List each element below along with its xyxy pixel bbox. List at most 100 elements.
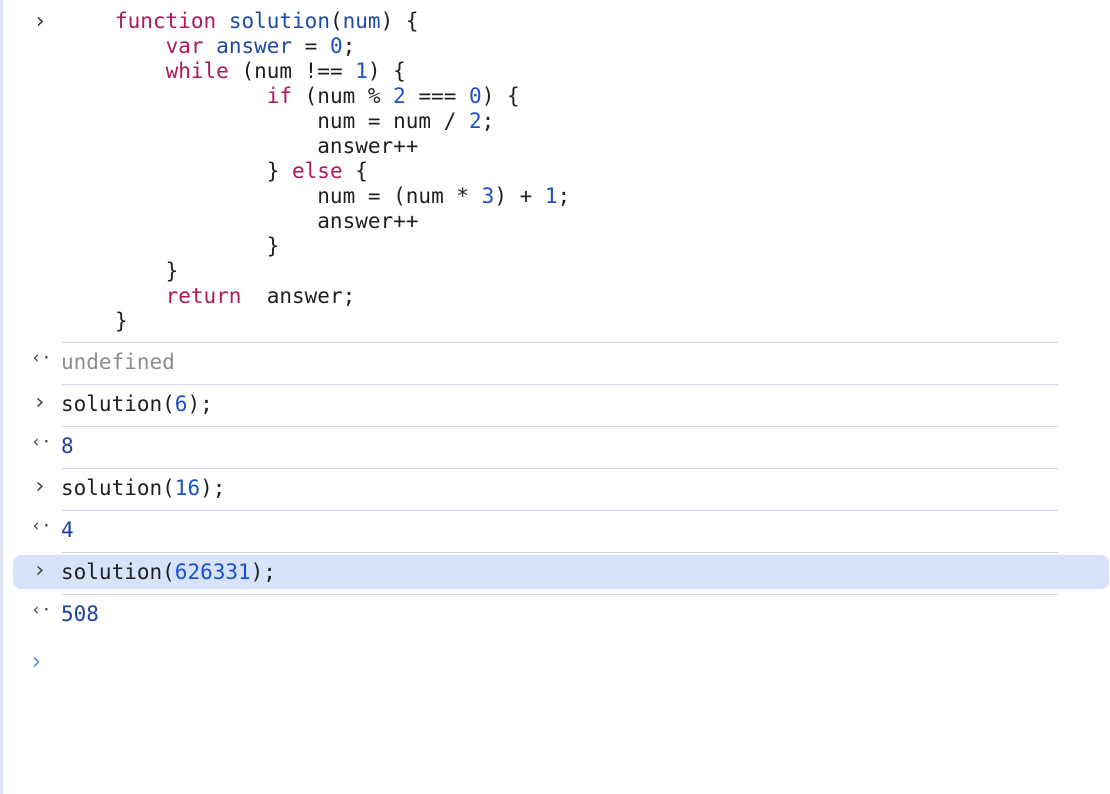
- code-token: ) +: [494, 184, 545, 208]
- result-arrow-icon: ‹·: [31, 516, 52, 536]
- code-token: answer;: [241, 284, 356, 308]
- code-token: else: [292, 159, 343, 183]
- code-line: num = num / 2;: [115, 109, 570, 134]
- code-token: var: [165, 34, 204, 58]
- code-line: var answer = 0;: [115, 34, 570, 59]
- console-result-value: 4: [61, 517, 74, 543]
- entry-token: 8: [61, 434, 74, 458]
- entry-token: );: [200, 476, 226, 500]
- function-code-block[interactable]: function solution(num) { var answer = 0;…: [115, 9, 570, 334]
- console-result-value: 508: [61, 601, 99, 627]
- result-arrow-icon: ‹·: [31, 600, 52, 620]
- code-token: num: [342, 9, 381, 33]
- code-line: while (num !== 1) {: [115, 59, 570, 84]
- entry-divider: [61, 468, 1059, 469]
- code-token: answer: [216, 34, 293, 58]
- code-token: 0: [469, 84, 482, 108]
- code-token: ;: [481, 109, 495, 133]
- console-result-row[interactable]: ‹· 508: [13, 597, 1109, 631]
- code-token: solution: [228, 9, 330, 33]
- code-token: num = num /: [115, 109, 470, 133]
- entry-token: 16: [174, 476, 201, 500]
- code-line: answer++: [115, 209, 570, 234]
- console-input-text: solution(626331);: [61, 559, 276, 585]
- entry-token: solution(: [61, 392, 175, 416]
- code-line: function solution(num) {: [115, 9, 570, 34]
- console-result-row[interactable]: ‹· 8: [13, 429, 1109, 463]
- console-input-row[interactable]: › solution(16);: [13, 471, 1109, 505]
- entry-divider: [61, 552, 1059, 553]
- code-token: ;: [557, 184, 571, 208]
- entry-token: );: [250, 560, 276, 584]
- entry-divider: [61, 426, 1059, 427]
- code-token: ;: [342, 34, 356, 58]
- code-token: }: [115, 234, 280, 258]
- input-chevron-icon: ›: [33, 558, 47, 583]
- code-line: if (num % 2 === 0) {: [115, 84, 570, 109]
- code-token: answer++: [115, 209, 419, 233]
- entry-token: 626331: [174, 560, 251, 584]
- console-result-value: 8: [61, 433, 74, 459]
- code-token: }: [115, 309, 128, 333]
- result-arrow-icon: ‹·: [31, 432, 52, 452]
- code-token: while: [165, 59, 229, 83]
- code-line: }: [115, 309, 570, 334]
- code-line: answer++: [115, 134, 570, 159]
- code-line: }: [115, 259, 570, 284]
- entry-token: solution(: [61, 476, 175, 500]
- console-input-row[interactable]: › solution(626331);: [13, 555, 1109, 589]
- code-token: 2: [393, 84, 406, 108]
- entry-token: 4: [61, 518, 74, 542]
- code-token: ) {: [380, 9, 419, 33]
- entry-token: undefined: [61, 350, 175, 374]
- entry-token: 508: [61, 602, 99, 626]
- code-token: ===: [405, 84, 470, 108]
- code-token: }: [115, 259, 179, 283]
- code-token: num = (num *: [115, 184, 482, 208]
- input-chevron-icon: ›: [33, 474, 47, 499]
- code-token: 2: [469, 109, 482, 133]
- code-token: (num %: [292, 84, 394, 108]
- code-token: ) {: [481, 84, 520, 108]
- code-line: return answer;: [115, 284, 570, 309]
- code-token: 1: [544, 184, 558, 208]
- code-token: =: [292, 34, 330, 58]
- code-token: return: [165, 284, 242, 308]
- console-input-text: solution(16);: [61, 475, 225, 501]
- code-line: }: [115, 234, 570, 259]
- devtools-console: › function solution(num) { var answer = …: [0, 0, 1110, 794]
- console-input-text: solution(6);: [61, 391, 213, 417]
- console-input-row[interactable]: › solution(6);: [13, 387, 1109, 421]
- code-token: {: [342, 159, 368, 183]
- entry-token: 6: [174, 392, 188, 416]
- console-result-value: undefined: [61, 349, 175, 375]
- input-prompt-icon: ›: [33, 9, 47, 34]
- entry-divider: [61, 594, 1059, 595]
- code-line: num = (num * 3) + 1;: [115, 184, 570, 209]
- code-token: }: [115, 159, 293, 183]
- code-token: ) {: [367, 59, 406, 83]
- entry-divider: [61, 510, 1059, 511]
- console-input-prompt[interactable]: ›: [29, 647, 43, 675]
- input-chevron-icon: ›: [33, 390, 47, 415]
- entry-token: solution(: [61, 560, 175, 584]
- code-token: function: [115, 9, 217, 33]
- code-token: 1: [355, 59, 368, 83]
- code-line: } else {: [115, 159, 570, 184]
- code-token: 3: [481, 184, 495, 208]
- code-token: if: [266, 84, 293, 108]
- console-result-row[interactable]: ‹· 4: [13, 513, 1109, 547]
- console-result-row[interactable]: ‹· undefined: [13, 345, 1109, 379]
- entry-divider: [61, 342, 1059, 343]
- code-token: answer++: [115, 134, 419, 158]
- entry-token: );: [187, 392, 213, 416]
- code-token: (: [329, 9, 343, 33]
- result-arrow-icon: ‹·: [31, 348, 52, 368]
- entry-divider: [61, 384, 1059, 385]
